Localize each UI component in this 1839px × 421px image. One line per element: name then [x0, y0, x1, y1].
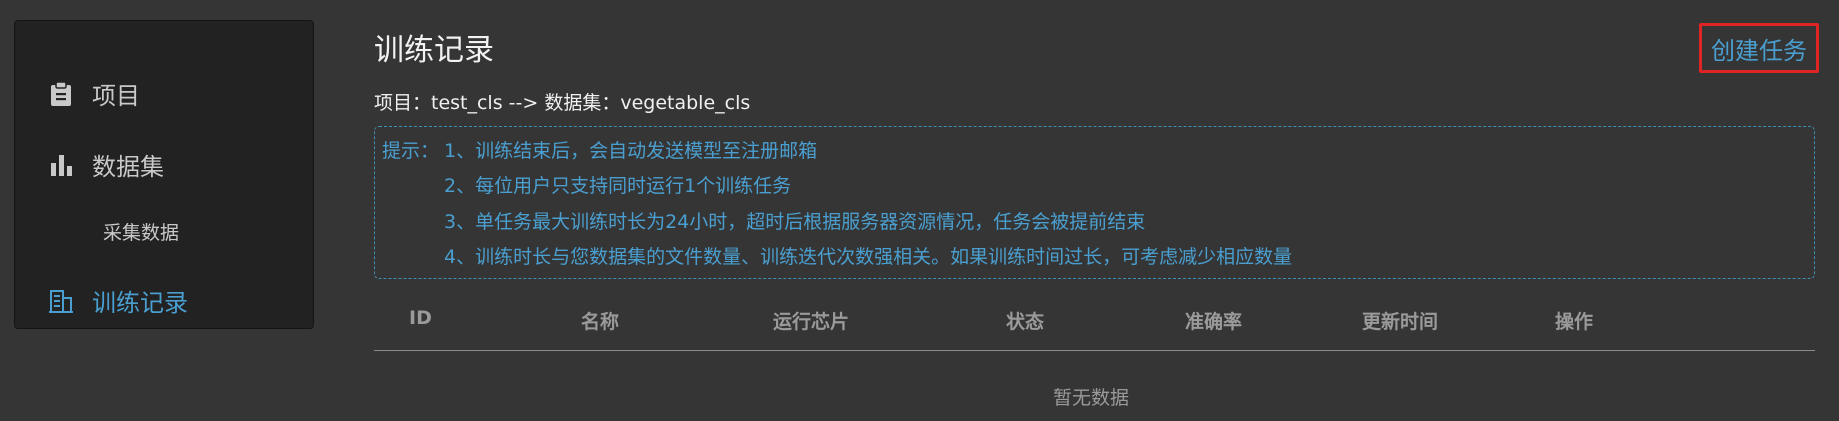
sidebar-item-datasets[interactable]: 数据集: [15, 147, 313, 182]
tips-box: 提示： 1、训练结束后，会自动发送模型至注册邮箱 2、每位用户只支持同时运行1个…: [374, 126, 1815, 279]
tip-line: 2、每位用户只支持同时运行1个训练任务: [444, 175, 792, 197]
page-title: 训练记录: [374, 33, 494, 68]
sidebar-item-collect-data[interactable]: 采集数据: [103, 218, 179, 245]
column-header-actions: 操作: [1555, 311, 1594, 333]
tips-prefix: 提示：: [382, 140, 440, 162]
column-header-id: ID: [409, 307, 432, 329]
tip-line: 3、单任务最大训练时长为24小时，超时后根据服务器资源情况，任务会被提前结束: [444, 211, 1146, 233]
breadcrumb: 项目：test_cls --> 数据集：vegetable_cls: [374, 92, 751, 114]
sidebar-item-label: 项目: [92, 82, 140, 110]
empty-state-text: 暂无数据: [1053, 387, 1130, 409]
column-header-status: 状态: [1006, 311, 1045, 333]
column-header-updated: 更新时间: [1362, 311, 1439, 333]
column-header-chip: 运行芯片: [773, 311, 850, 333]
tip-line: 1、训练结束后，会自动发送模型至注册邮箱: [444, 140, 818, 162]
tip-line: 4、训练时长与您数据集的文件数量、训练迭代次数强相关。如果训练时间过长，可考虑减…: [444, 246, 1293, 268]
sidebar-item-projects[interactable]: 项目: [15, 76, 313, 111]
column-header-name: 名称: [581, 311, 620, 333]
building-icon: [48, 288, 74, 314]
sidebar-item-label: 训练记录: [92, 289, 188, 317]
bar-chart-icon: [48, 152, 74, 178]
sidebar-item-training-records[interactable]: 训练记录: [15, 283, 313, 318]
column-header-accuracy: 准确率: [1185, 311, 1243, 333]
table-header: ID 名称 运行芯片 状态 准确率 更新时间 操作: [374, 295, 1815, 351]
clipboard-icon: [48, 80, 74, 107]
sidebar: 项目 数据集 采集数据 训练记录: [14, 20, 314, 329]
sidebar-item-label: 数据集: [92, 153, 164, 181]
create-task-button[interactable]: 创建任务: [1699, 23, 1819, 73]
